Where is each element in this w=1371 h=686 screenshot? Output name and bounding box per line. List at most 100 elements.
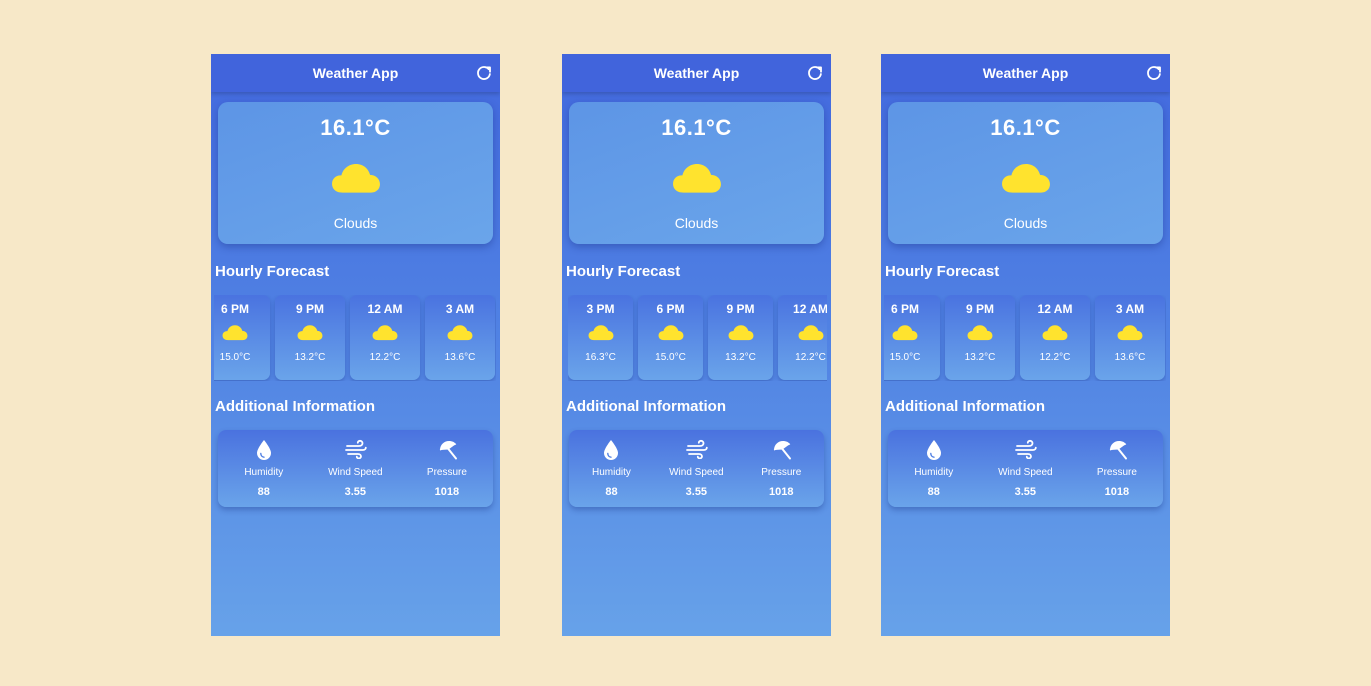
hourly-forecast-list[interactable]: 6 PM 15.0°C 9 PM 13.2°C 12 AM 12.2°C 3 A…	[884, 295, 1166, 381]
current-temperature: 16.1°C	[661, 115, 732, 140]
additional-information-card: Humidity 88 Wind Speed 3.55 Pressure 101…	[888, 430, 1163, 507]
cloud-icon	[798, 324, 824, 341]
hourly-forecast-title: Hourly Forecast	[885, 263, 1000, 280]
wind-speed-value: 3.55	[344, 486, 367, 498]
pressure-label: Pressure	[426, 467, 467, 478]
hourly-forecast-title: Hourly Forecast	[215, 263, 330, 280]
phone-screen: Weather App 16.1°C Clouds Hourly Forecas…	[881, 54, 1170, 636]
pressure-item: Pressure 1018	[1071, 430, 1163, 507]
additional-information-title: Additional Information	[885, 398, 1045, 415]
forecast-time: 3 AM	[445, 302, 475, 316]
wind-speed-label: Wind Speed	[669, 467, 724, 478]
hourly-forecast-card[interactable]: 9 PM 13.2°C	[945, 295, 1015, 380]
forecast-time: 6 PM	[220, 302, 249, 316]
hourly-forecast-list[interactable]: 6 PM 15.0°C 9 PM 13.2°C 12 AM 12.2°C 3 A…	[214, 295, 496, 381]
forecast-temperature: 13.6°C	[444, 352, 476, 363]
hourly-forecast-card[interactable]: 6 PM 15.0°C	[884, 295, 940, 380]
additional-information-card: Humidity 88 Wind Speed 3.55 Pressure 101…	[569, 430, 824, 507]
current-condition: Clouds	[333, 215, 378, 231]
cloud-icon	[588, 324, 614, 341]
wind-speed-item: Wind Speed 3.55	[654, 430, 739, 507]
forecast-temperature: 13.6°C	[1114, 352, 1146, 363]
forecast-temperature: 12.2°C	[795, 352, 826, 363]
hourly-forecast-card[interactable]: 9 PM 13.2°C	[708, 295, 773, 380]
forecast-time: 6 PM	[890, 302, 919, 316]
app-bar: Weather App	[881, 54, 1170, 92]
cloud-icon	[1042, 324, 1068, 341]
wind-icon	[1015, 439, 1035, 461]
forecast-temperature: 15.0°C	[219, 352, 251, 363]
wind-speed-value: 3.55	[685, 486, 708, 498]
hourly-forecast-card[interactable]: 12 AM 12.2°C	[1020, 295, 1090, 380]
humidity-value: 88	[927, 486, 940, 498]
wind-speed-value: 3.55	[1014, 486, 1037, 498]
hourly-forecast-card[interactable]: 9 PM 13.2°C	[275, 295, 345, 380]
hourly-forecast-card[interactable]: 3 AM 13.6°C	[1095, 295, 1165, 380]
cloud-icon	[1117, 324, 1143, 341]
humidity-item: Humidity 88	[888, 430, 980, 507]
humidity-item: Humidity 88	[218, 430, 310, 507]
cloud-icon	[447, 324, 473, 341]
current-condition: Clouds	[674, 215, 719, 231]
current-weather-card: 16.1°C Clouds	[569, 102, 824, 244]
current-temperature: 16.1°C	[320, 115, 391, 140]
pressure-value: 1018	[769, 486, 794, 498]
hourly-forecast-list[interactable]: 3 PM 16.3°C 6 PM 15.0°C 9 PM 13.2°C 12 A…	[568, 295, 827, 381]
water-drop-icon	[924, 439, 944, 461]
forecast-temperature: 15.0°C	[889, 352, 921, 363]
hourly-forecast-title: Hourly Forecast	[566, 263, 681, 280]
forecast-time: 3 PM	[586, 302, 615, 316]
humidity-label: Humidity	[914, 467, 954, 478]
additional-information-title: Additional Information	[215, 398, 375, 415]
hourly-forecast-card[interactable]: 3 PM 16.3°C	[568, 295, 633, 380]
forecast-time: 9 PM	[965, 302, 994, 316]
water-drop-icon	[601, 439, 621, 461]
cloud-icon	[331, 162, 381, 194]
pressure-value: 1018	[1104, 486, 1130, 498]
hourly-forecast-card[interactable]: 3 AM 13.6°C	[425, 295, 495, 380]
humidity-label: Humidity	[592, 467, 631, 478]
refresh-icon[interactable]	[807, 65, 823, 81]
forecast-time: 9 PM	[295, 302, 324, 316]
humidity-value: 88	[257, 486, 270, 498]
additional-information-title: Additional Information	[566, 398, 726, 415]
cloud-icon	[372, 324, 398, 341]
humidity-item: Humidity 88	[569, 430, 654, 507]
hourly-forecast-card[interactable]: 6 PM 15.0°C	[214, 295, 270, 380]
cloud-icon	[297, 324, 323, 341]
hourly-forecast-card[interactable]: 6 PM 15.0°C	[638, 295, 703, 380]
app-title: Weather App	[653, 65, 740, 81]
app-title: Weather App	[312, 65, 399, 81]
cloud-icon	[967, 324, 993, 341]
current-weather-card: 16.1°C Clouds	[218, 102, 493, 244]
wind-speed-item: Wind Speed 3.55	[980, 430, 1072, 507]
refresh-icon[interactable]	[1146, 65, 1162, 81]
umbrella-icon	[1107, 439, 1127, 461]
hourly-forecast-card[interactable]: 12 AM 12.2°C	[350, 295, 420, 380]
forecast-temperature: 13.2°C	[964, 352, 996, 363]
forecast-temperature: 13.2°C	[294, 352, 326, 363]
forecast-time: 9 PM	[726, 302, 755, 316]
cloud-icon	[728, 324, 754, 341]
pressure-value: 1018	[434, 486, 460, 498]
hourly-forecast-card[interactable]: 12 AM 12.2°C	[778, 295, 827, 380]
forecast-temperature: 15.0°C	[655, 352, 686, 363]
current-weather-card: 16.1°C Clouds	[888, 102, 1163, 244]
cloud-icon	[672, 162, 722, 194]
forecast-temperature: 12.2°C	[1039, 352, 1071, 363]
wind-speed-item: Wind Speed 3.55	[310, 430, 402, 507]
additional-information-card: Humidity 88 Wind Speed 3.55 Pressure 101…	[218, 430, 493, 507]
refresh-icon[interactable]	[476, 65, 492, 81]
phone-screen: Weather App 16.1°C Clouds Hourly Forecas…	[211, 54, 500, 636]
app-bar: Weather App	[562, 54, 831, 92]
wind-speed-label: Wind Speed	[998, 467, 1053, 478]
water-drop-icon	[254, 439, 274, 461]
app-bar: Weather App	[211, 54, 500, 92]
cloud-icon	[892, 324, 918, 341]
humidity-value: 88	[605, 486, 618, 498]
forecast-time: 12 AM	[793, 302, 827, 316]
phone-screen: Weather App 16.1°C Clouds Hourly Forecas…	[562, 54, 831, 636]
wind-speed-label: Wind Speed	[328, 467, 383, 478]
forecast-temperature: 13.2°C	[725, 352, 756, 363]
current-condition: Clouds	[1003, 215, 1048, 231]
